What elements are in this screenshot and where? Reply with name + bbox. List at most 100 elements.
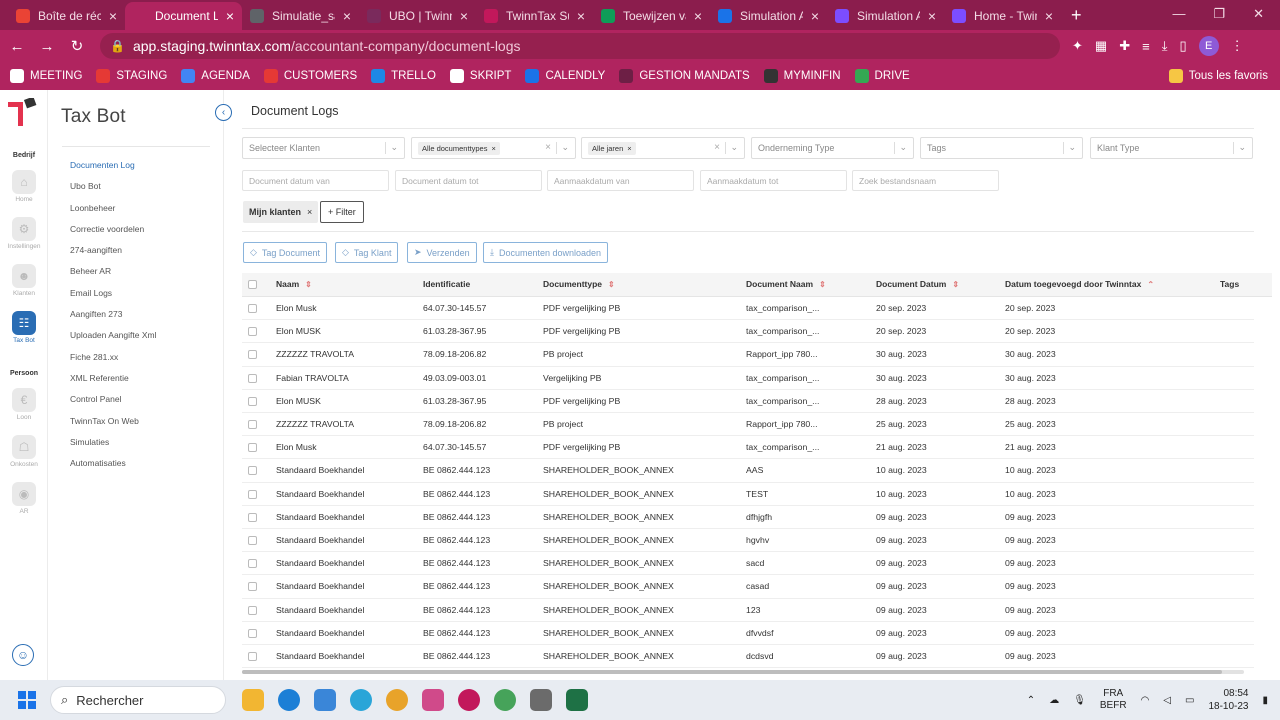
column-header-document-name[interactable]: Document Naam ⇕ (746, 279, 826, 289)
qr-icon[interactable]: ▦ (1095, 38, 1107, 54)
tab-close-icon[interactable]: × (460, 8, 468, 24)
select-all-checkbox[interactable] (248, 280, 257, 289)
tab-close-icon[interactable]: × (1045, 8, 1053, 24)
lock-icon[interactable]: 🔒 (110, 39, 125, 53)
home-icon[interactable]: ⌂ (12, 170, 36, 194)
download-icon[interactable]: ⤓ (1162, 38, 1168, 54)
sidebar-item[interactable]: XML Referentie (70, 373, 156, 394)
tab-close-icon[interactable]: × (343, 8, 351, 24)
table-row[interactable]: Standaard Boekhandel BE 0862.444.123 SHARE… (242, 506, 1254, 529)
table-row[interactable]: Elon MUSK 61.03.28-367.95 PDF vergelijking… (242, 320, 1254, 344)
table-row[interactable]: Elon Musk 64.07.30-145.57 PDF vergelijking… (242, 297, 1254, 321)
table-row[interactable]: Standaard Boekhandel BE 0862.444.123 SHARE… (242, 599, 1254, 622)
remove-filter-icon[interactable]: × (307, 207, 312, 217)
sort-icon[interactable]: ⇕ (819, 280, 826, 289)
row-checkbox[interactable] (248, 304, 257, 313)
settings-icon[interactable]: ⚙ (12, 217, 36, 241)
add-filter-button[interactable]: + Filter (320, 201, 364, 223)
browser-tab[interactable]: TwinnTax Sup × (476, 2, 593, 30)
bookmark-item[interactable]: STAGING (96, 69, 167, 83)
scrollbar-thumb[interactable] (242, 670, 1222, 674)
snipping-tool-icon[interactable] (530, 689, 552, 711)
edge-icon[interactable] (278, 689, 300, 711)
sidebar-item[interactable]: TwinnTax On Web (70, 416, 156, 437)
document-type-select[interactable]: Alle documenttypes × × ⌄ (411, 137, 576, 159)
sidebar-item[interactable]: Aangiften 273 (70, 309, 156, 330)
created-date-to-input[interactable]: Aanmaakdatum tot (700, 170, 847, 191)
row-checkbox[interactable] (248, 512, 257, 522)
table-row[interactable]: ZZZZZZ TRAVOLTA 78.09.18-206.82 PB project… (242, 343, 1254, 367)
column-header-name[interactable]: Naam ⇕ (276, 279, 312, 289)
app-icon[interactable] (458, 689, 480, 711)
tab-close-icon[interactable]: × (811, 8, 819, 24)
tax-bot-icon[interactable]: ☷ (12, 311, 36, 335)
bookmark-item[interactable]: DRIVE (854, 69, 910, 83)
menu-dots-icon[interactable]: ⋮ (1231, 38, 1244, 54)
extension-icon[interactable]: ✦ (1072, 38, 1083, 54)
chevron-up-icon[interactable]: ⌃ (1027, 695, 1035, 706)
row-checkbox[interactable] (248, 420, 257, 429)
ar-icon[interactable]: ◉ (12, 482, 36, 506)
document-date-from-input[interactable]: Document datum van (242, 170, 389, 191)
browser-tab[interactable]: Simulatie_san × (242, 2, 359, 30)
notification-icon[interactable]: ▮ (1262, 695, 1268, 706)
store-icon[interactable] (314, 689, 336, 711)
row-checkbox[interactable] (248, 443, 257, 453)
clock[interactable]: 08:54 18-10-23 (1208, 687, 1248, 713)
year-select[interactable]: Alle jaren × × ⌄ (581, 137, 745, 159)
filename-search-input[interactable]: Zoek bestandsnaam (852, 170, 999, 191)
sidebar-item[interactable]: 274-aangiften (70, 245, 156, 266)
salary-icon[interactable]: € (12, 388, 36, 412)
sidebar-item[interactable]: Email Logs (70, 288, 156, 309)
tag-client-button[interactable]: ◇ Tag Klant (335, 242, 399, 263)
bookmark-item[interactable]: SKRIPT (449, 69, 511, 83)
row-checkbox[interactable] (248, 396, 257, 406)
table-row[interactable]: Standaard Boekhandel BE 0862.444.123 SHARE… (242, 575, 1254, 599)
bookmark-all-favorites[interactable]: Tous les favoris (1168, 69, 1268, 83)
company-type-select[interactable]: Onderneming Type ⌄ (751, 137, 914, 159)
slack-icon[interactable] (422, 689, 444, 711)
chip-remove-icon[interactable]: × (491, 144, 495, 153)
table-row[interactable]: Standaard Boekhandel BE 0862.444.123 SHARE… (242, 483, 1254, 506)
file-explorer-icon[interactable] (242, 689, 264, 711)
browser-tab[interactable]: Document Lo × (125, 2, 242, 30)
puzzle-icon[interactable]: ✚ (1119, 38, 1130, 54)
sidebar-item[interactable]: Automatisaties (70, 458, 156, 479)
speaker-icon[interactable]: ◁ (1163, 695, 1171, 706)
url-field[interactable]: 🔒 app.staging.twinntax.com/accountant-co… (100, 33, 1060, 59)
tab-close-icon[interactable]: × (226, 8, 234, 24)
tab-close-icon[interactable]: × (577, 8, 585, 24)
browser-tab[interactable]: Toewijzen var × (593, 2, 710, 30)
created-date-from-input[interactable]: Aanmaakdatum van (547, 170, 694, 191)
browser-tab[interactable]: UBO | TwinnT × (359, 2, 476, 30)
sidebar-item[interactable]: Correctie voordelen (70, 224, 156, 245)
sidebar-item[interactable]: Fiche 281.xx (70, 352, 156, 373)
clients-icon[interactable]: ☻ (12, 264, 36, 288)
table-row[interactable]: Fabian TRAVOLTA 49.03.09-003.01 Vergelijki… (242, 367, 1254, 390)
sort-asc-icon[interactable]: ⌃ (1147, 280, 1154, 289)
row-checkbox[interactable] (248, 605, 257, 615)
bookmark-item[interactable]: AGENDA (181, 69, 250, 83)
table-row[interactable]: ZZZZZZ TRAVOLTA 78.09.18-206.82 PB project… (242, 413, 1254, 437)
row-checkbox[interactable] (248, 652, 257, 661)
row-checkbox[interactable] (248, 489, 257, 499)
reload-icon[interactable]: ↻ (64, 37, 90, 55)
tab-close-icon[interactable]: × (109, 8, 117, 24)
language-indicator[interactable]: FRA BEFR (1100, 688, 1127, 712)
sort-icon[interactable]: ⇕ (305, 280, 312, 289)
active-filter-chip[interactable]: Mijn klanten × (243, 201, 319, 223)
windows-start-icon[interactable] (18, 691, 36, 709)
sort-icon[interactable]: ⇕ (952, 280, 959, 289)
sort-icon[interactable]: ⇕ (608, 280, 615, 289)
tags-select[interactable]: Tags ⌄ (920, 137, 1083, 159)
client-type-select[interactable]: Klant Type ⌄ (1090, 137, 1253, 159)
tab-close-icon[interactable]: × (928, 8, 936, 24)
bookmark-item[interactable]: TRELLO (371, 69, 436, 83)
row-checkbox[interactable] (248, 373, 257, 383)
bookmark-item[interactable]: CALENDLY (525, 69, 605, 83)
maximize-icon[interactable]: ❐ (1213, 6, 1225, 22)
browser-tab[interactable]: Home - Twin × (944, 2, 1061, 30)
row-checkbox[interactable] (248, 582, 257, 592)
excel-icon[interactable] (566, 689, 588, 711)
horizontal-scrollbar[interactable] (242, 670, 1244, 674)
